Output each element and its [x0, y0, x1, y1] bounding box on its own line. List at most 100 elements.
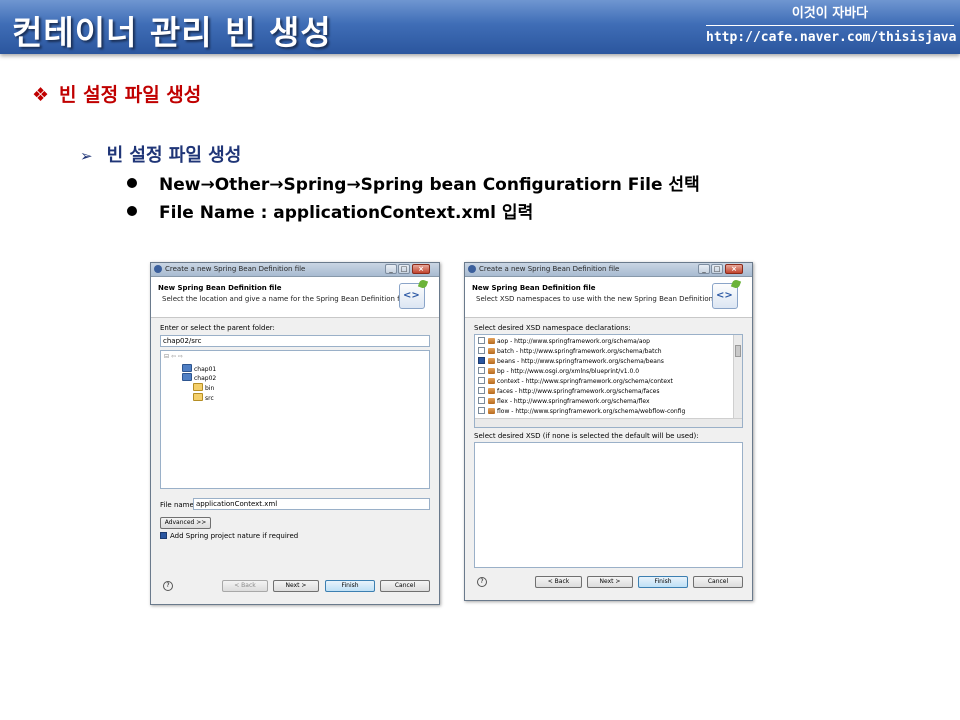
cafe-name: 이것이 자바다 [791, 6, 869, 21]
namespace-checkbox[interactable] [478, 397, 485, 404]
maximize-icon: □ [400, 265, 408, 273]
next-button[interactable]: Next > [587, 576, 633, 588]
nature-checkbox[interactable] [160, 532, 167, 539]
xsd-icon [488, 378, 495, 384]
banner-title: New Spring Bean Definition file [158, 284, 282, 292]
namespace-item[interactable]: batch - http://www.springframework.org/s… [478, 347, 662, 356]
namespace-list[interactable]: aop - http://www.springframework.org/sch… [474, 334, 743, 428]
cancel-button[interactable]: Cancel [693, 576, 743, 588]
bullet-item: New→Other→Spring→Spring bean Configurati… [127, 170, 700, 195]
tree-item[interactable]: src [193, 393, 214, 402]
horizontal-scrollbar[interactable] [475, 418, 742, 427]
sub-title: 빈 설정 파일 생성 [106, 145, 242, 166]
maximize-button[interactable]: □ [398, 264, 410, 274]
namespace-text: faces - http://www.springframework.org/s… [497, 388, 660, 395]
finish-button[interactable]: Finish [325, 580, 375, 592]
bullet-dot-icon [127, 178, 137, 188]
namespace-checkbox[interactable] [478, 387, 485, 394]
forward-icon[interactable]: ⇨ [178, 353, 183, 360]
finish-button[interactable]: Finish [638, 576, 688, 588]
scroll-thumb[interactable] [735, 345, 741, 357]
tree-item-label: chap02 [194, 375, 217, 382]
close-button[interactable]: × [412, 264, 430, 274]
header-cafe-info: 이것이 자바다 http://cafe.naver.com/thisisjava [706, 6, 957, 46]
xsd-icon [488, 348, 495, 354]
close-icon: × [731, 265, 737, 273]
tree-item[interactable]: chap01 [182, 364, 216, 373]
tree-item-label: bin [205, 385, 215, 392]
help-icon[interactable]: ? [477, 577, 487, 587]
close-icon: × [418, 265, 424, 273]
namespace-item[interactable]: flow - http://www.springframework.org/sc… [478, 407, 685, 416]
namespace-item[interactable]: context - http://www.springframework.org… [478, 377, 673, 386]
tree-item-label: src [205, 395, 214, 402]
window-title: Create a new Spring Bean Definition file [479, 265, 620, 273]
namespace-item[interactable]: aop - http://www.springframework.org/sch… [478, 337, 650, 346]
back-icon[interactable]: ⇦ [171, 353, 176, 360]
namespace-item[interactable]: faces - http://www.springframework.org/s… [478, 387, 659, 396]
tree-item[interactable]: bin [193, 383, 214, 392]
maximize-icon: □ [713, 265, 721, 273]
close-button[interactable]: × [725, 264, 743, 274]
slide-title: 컨테이너 관리 빈 생성 [12, 13, 332, 52]
diamond-bullet-icon: ❖ [32, 84, 50, 106]
namespace-checkbox[interactable] [478, 357, 485, 364]
tree-item-label: chap01 [194, 366, 217, 373]
vertical-scrollbar[interactable] [733, 335, 742, 419]
banner-title: New Spring Bean Definition file [472, 284, 596, 292]
folder-icon [193, 383, 203, 391]
minimize-button[interactable]: _ [385, 264, 397, 274]
minimize-icon: _ [389, 265, 393, 273]
spring-xml-icon: <> [399, 278, 429, 309]
namespace-checkbox[interactable] [478, 337, 485, 344]
advanced-button[interactable]: Advanced >> [160, 517, 211, 529]
back-button[interactable]: < Back [535, 576, 582, 588]
nature-option[interactable]: Add Spring project nature if required [160, 532, 298, 540]
folder-tree[interactable]: ⊟ ⇦ ⇨ chap01 chap02 bin src [160, 350, 430, 489]
folder-label: Enter or select the parent folder: [160, 324, 275, 332]
cafe-url: http://cafe.naver.com/thisisjava [706, 30, 957, 45]
cancel-button[interactable]: Cancel [380, 580, 430, 592]
eclipse-icon [468, 265, 476, 273]
namespace-checkbox[interactable] [478, 367, 485, 374]
project-icon [182, 373, 192, 381]
header-divider [706, 25, 954, 26]
bullet-text: File Name : applicationContext.xml 입력 [159, 203, 534, 223]
spring-xml-icon: <> [712, 278, 742, 309]
xsd-icon [488, 398, 495, 404]
collapse-all-icon[interactable]: ⊟ [164, 353, 169, 360]
namespace-checkbox[interactable] [478, 407, 485, 414]
namespace-text: aop - http://www.springframework.org/sch… [497, 338, 650, 345]
namespace-text: flex - http://www.springframework.org/sc… [497, 398, 650, 405]
namespace-text: bp - http://www.osgi.org/xmlns/blueprint… [497, 368, 640, 375]
bullet-text: New→Other→Spring→Spring bean Configurati… [159, 175, 700, 195]
namespace-checkbox[interactable] [478, 377, 485, 384]
maximize-button[interactable]: □ [711, 264, 723, 274]
help-icon[interactable]: ? [163, 581, 173, 591]
parent-folder-input[interactable]: chap02/src [160, 335, 430, 347]
next-button[interactable]: Next > [273, 580, 319, 592]
file-name-label: File name: [160, 501, 197, 509]
xsd-label: Select desired XSD (if none is selected … [474, 432, 699, 440]
back-button[interactable]: < Back [222, 580, 268, 592]
namespace-checkbox[interactable] [478, 347, 485, 354]
namespace-item[interactable]: bp - http://www.osgi.org/xmlns/blueprint… [478, 367, 639, 376]
namespace-item[interactable]: beans - http://www.springframework.org/s… [478, 357, 664, 366]
namespace-text: context - http://www.springframework.org… [497, 378, 673, 385]
xsd-icon [488, 358, 495, 364]
xsd-icon [488, 368, 495, 374]
tree-toolbar: ⊟ ⇦ ⇨ [164, 353, 183, 360]
namespace-text: beans - http://www.springframework.org/s… [497, 358, 664, 365]
xsd-icon [488, 388, 495, 394]
eclipse-icon [154, 265, 162, 273]
minimize-button[interactable]: _ [698, 264, 710, 274]
sub-heading: ➢ 빈 설정 파일 생성 [80, 141, 241, 167]
minimize-icon: _ [702, 265, 706, 273]
file-name-input[interactable]: applicationContext.xml [193, 498, 430, 510]
namespace-item[interactable]: flex - http://www.springframework.org/sc… [478, 397, 650, 406]
wizard-banner: New Spring Bean Definition file Select X… [465, 277, 752, 318]
bullet-dot-icon [127, 206, 137, 216]
xsd-list[interactable] [474, 442, 743, 568]
wizard-banner: New Spring Bean Definition file Select t… [151, 277, 439, 318]
tree-item[interactable]: chap02 [182, 373, 216, 382]
